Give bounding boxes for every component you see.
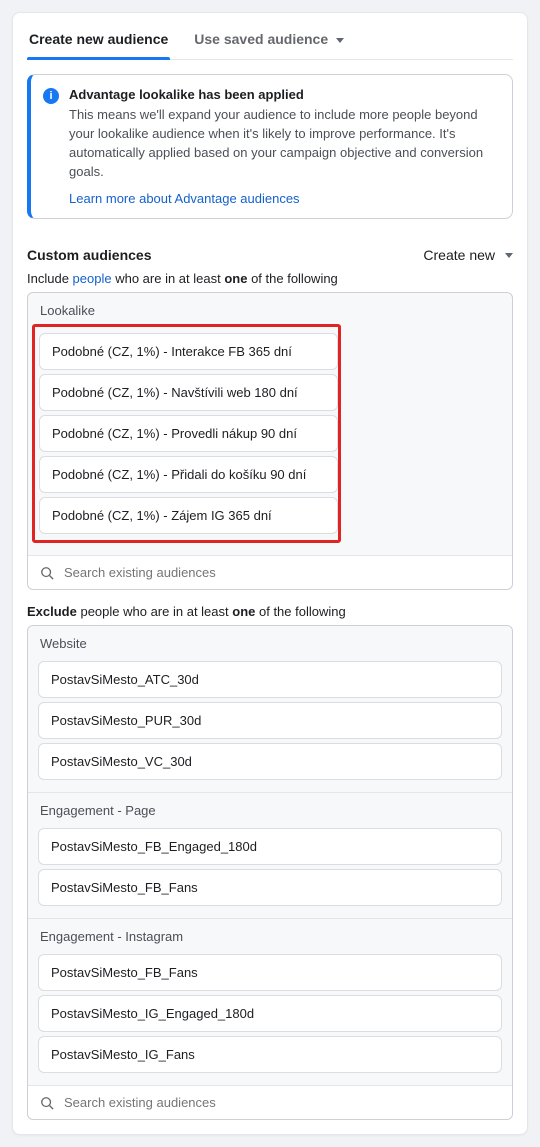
include-group-label: Lookalike [28, 293, 512, 324]
audience-card: Create new audience Use saved audience i… [12, 12, 528, 1135]
exclude-search-input[interactable] [62, 1094, 500, 1111]
banner-content: Advantage lookalike has been applied Thi… [69, 87, 498, 206]
caret-down-icon [505, 253, 513, 258]
banner-title: Advantage lookalike has been applied [69, 87, 498, 102]
tab-use-saved-label: Use saved audience [194, 31, 328, 47]
exclude-audience-token[interactable]: PostavSiMesto_PUR_30d [38, 702, 502, 739]
exclude-group-body: PostavSiMesto_ATC_30d PostavSiMesto_PUR_3… [28, 661, 512, 792]
include-audience-token[interactable]: Podobné (CZ, 1%) - Zájem IG 365 dní [39, 497, 338, 534]
include-people-link[interactable]: people [73, 271, 112, 286]
exclude-mid: people who are in at least [77, 604, 232, 619]
include-audience-token[interactable]: Podobné (CZ, 1%) - Přidali do košíku 90 … [39, 456, 338, 493]
include-mid: who are in at least [112, 271, 225, 286]
create-new-button[interactable]: Create new [423, 247, 513, 263]
search-icon [40, 1096, 54, 1110]
exclude-subline: Exclude people who are in at least one o… [27, 604, 513, 619]
include-panel: Lookalike Podobné (CZ, 1%) - Interakce F… [27, 292, 513, 590]
create-new-label: Create new [423, 247, 495, 263]
info-icon: i [43, 88, 59, 104]
include-audience-token[interactable]: Podobné (CZ, 1%) - Interakce FB 365 dní [39, 333, 338, 370]
custom-audiences-header: Custom audiences Create new [27, 247, 513, 263]
exclude-post: of the following [255, 604, 345, 619]
exclude-group-body: PostavSiMesto_FB_Engaged_180d PostavSiMes… [28, 828, 512, 918]
exclude-audience-token[interactable]: PostavSiMesto_FB_Fans [38, 954, 502, 991]
exclude-audience-token[interactable]: PostavSiMesto_IG_Fans [38, 1036, 502, 1073]
include-search-input[interactable] [62, 564, 500, 581]
include-audience-token[interactable]: Podobné (CZ, 1%) - Provedli nákup 90 dní [39, 415, 338, 452]
exclude-panel: WebsitePostavSiMesto_ATC_30dPostavSiMest… [27, 625, 513, 1120]
exclude-group-label: Website [28, 626, 512, 657]
banner-body: This means we'll expand your audience to… [69, 106, 498, 181]
banner-learn-more-link[interactable]: Learn more about Advantage audiences [69, 191, 300, 206]
include-post: of the following [247, 271, 337, 286]
exclude-group-label: Engagement - Instagram [28, 918, 512, 950]
tab-create-new-audience[interactable]: Create new audience [27, 21, 170, 59]
exclude-audience-token[interactable]: PostavSiMesto_FB_Engaged_180d [38, 828, 502, 865]
exclude-audience-token[interactable]: PostavSiMesto_ATC_30d [38, 661, 502, 698]
include-highlight-box: Podobné (CZ, 1%) - Interakce FB 365 dní P… [32, 324, 341, 543]
custom-audiences-title: Custom audiences [27, 247, 151, 263]
include-audience-token[interactable]: Podobné (CZ, 1%) - Navštívili web 180 dn… [39, 374, 338, 411]
include-panel-body: Podobné (CZ, 1%) - Interakce FB 365 dní P… [28, 324, 512, 555]
advantage-lookalike-banner: i Advantage lookalike has been applied T… [27, 74, 513, 219]
include-bold: one [224, 271, 247, 286]
search-icon [40, 566, 54, 580]
tab-use-saved-audience[interactable]: Use saved audience [192, 21, 346, 59]
exclude-audience-token[interactable]: PostavSiMesto_IG_Engaged_180d [38, 995, 502, 1032]
tabs: Create new audience Use saved audience [27, 21, 513, 60]
exclude-bold: one [232, 604, 255, 619]
exclude-group-body: PostavSiMesto_FB_Fans PostavSiMesto_IG_En… [28, 954, 512, 1085]
include-pre: Include [27, 271, 73, 286]
include-subline: Include people who are in at least one o… [27, 271, 513, 286]
exclude-audience-token[interactable]: PostavSiMesto_VC_30d [38, 743, 502, 780]
exclude-audience-token[interactable]: PostavSiMesto_FB_Fans [38, 869, 502, 906]
caret-down-icon [336, 38, 344, 43]
exclude-pre: Exclude [27, 604, 77, 619]
exclude-group-label: Engagement - Page [28, 792, 512, 824]
exclude-search-row[interactable] [28, 1085, 512, 1119]
include-search-row[interactable] [28, 555, 512, 589]
